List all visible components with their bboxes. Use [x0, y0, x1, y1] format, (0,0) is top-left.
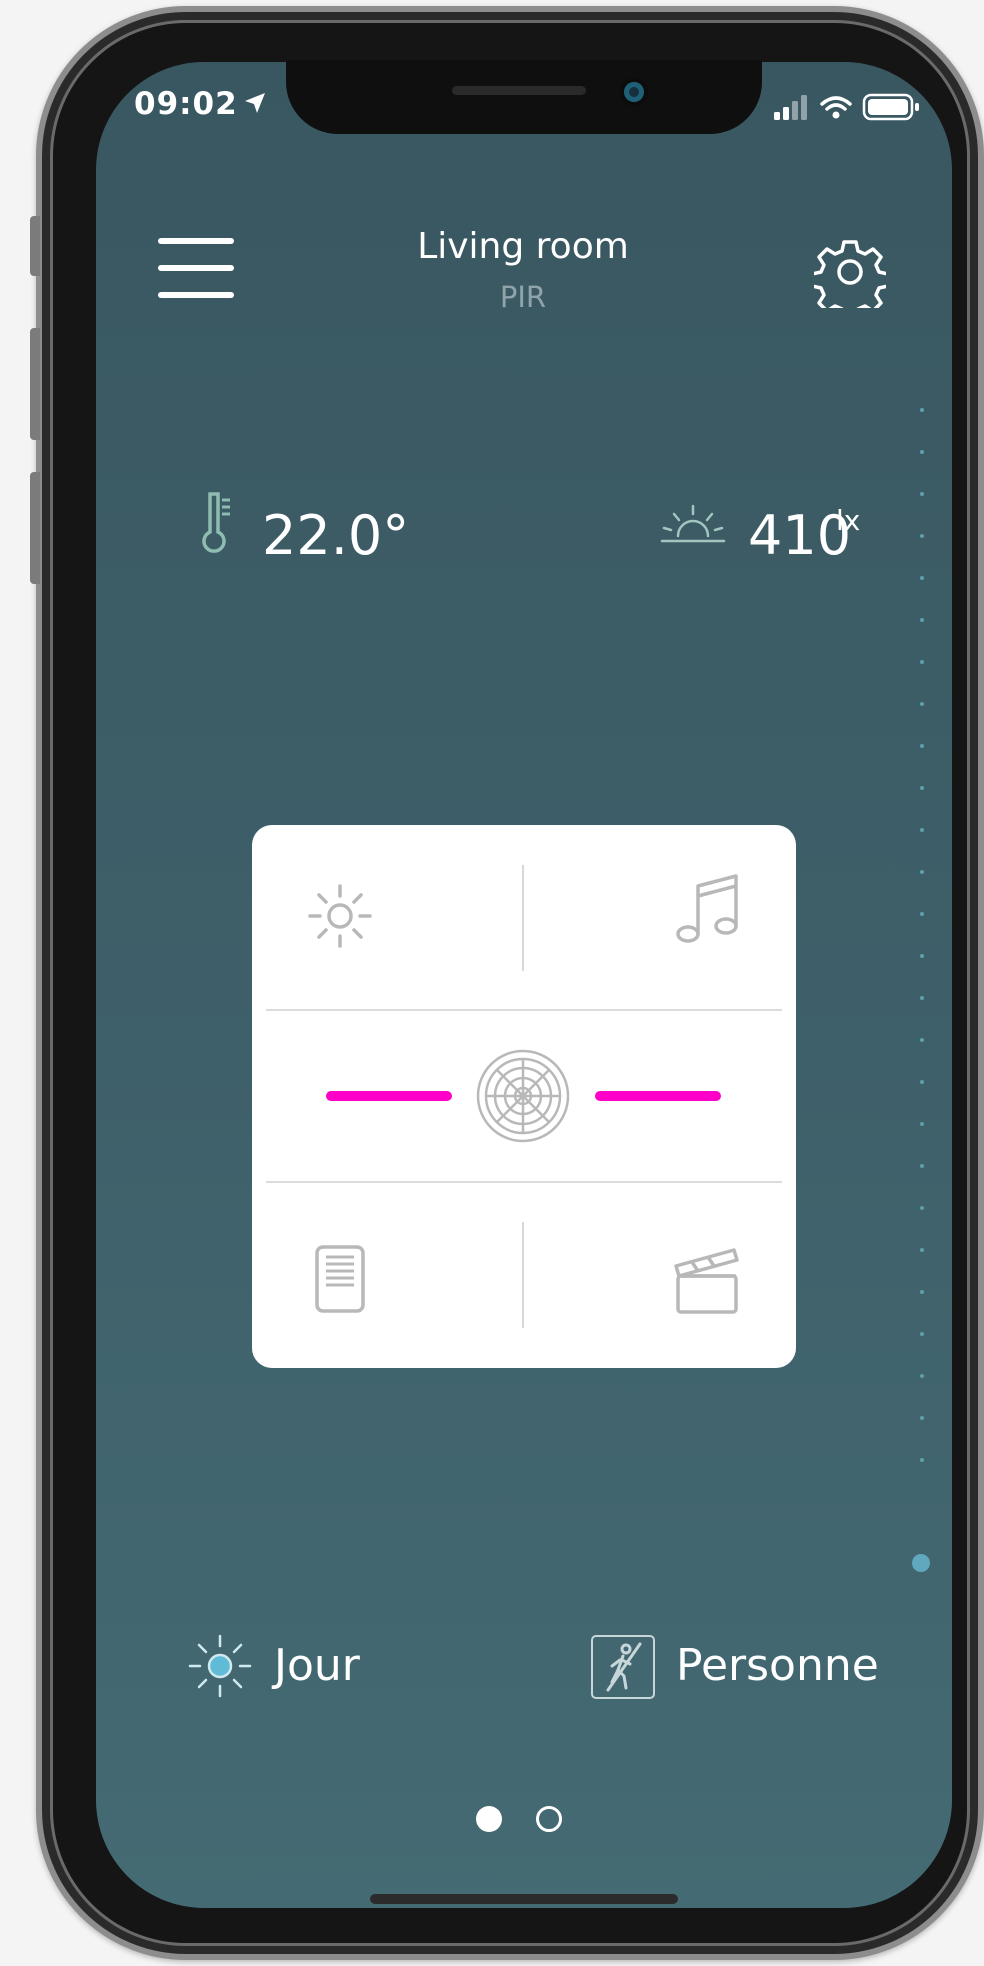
temperature-value: 22.0°	[262, 504, 410, 567]
front-camera	[624, 82, 644, 102]
clapperboard-icon[interactable]	[674, 1246, 740, 1320]
card-divider-bottom	[522, 1222, 524, 1328]
home-indicator[interactable]	[370, 1894, 678, 1904]
scroll-position-indicator[interactable]	[912, 1554, 930, 1572]
page-indicator	[476, 1806, 596, 1836]
right-slider-bar[interactable]	[595, 1091, 721, 1101]
notch	[286, 60, 762, 134]
status-icons	[774, 92, 922, 126]
status-time: 09:02	[134, 86, 238, 122]
gear-icon[interactable]	[810, 236, 890, 320]
sunrise-icon	[660, 504, 726, 550]
card-divider-upper	[266, 1009, 782, 1011]
card-divider-top	[522, 865, 524, 971]
presence-status-label: Personne	[676, 1640, 879, 1691]
left-slider-bar[interactable]	[326, 1091, 452, 1101]
volume-up-button	[30, 328, 40, 440]
scroll-dot-track	[920, 408, 924, 1538]
location-arrow-icon	[244, 92, 266, 118]
no-presence-icon	[590, 1634, 656, 1704]
earpiece-speaker	[452, 86, 586, 95]
day-status-label: Jour	[274, 1640, 360, 1691]
page-subtitle: PIR	[499, 280, 547, 314]
blinds-icon[interactable]	[314, 1244, 366, 1318]
brightness-icon[interactable]	[304, 880, 376, 956]
signal-wifi-battery-icon	[774, 93, 919, 121]
pir-sensor-icon[interactable]	[476, 1049, 570, 1147]
page-title: Living room	[417, 226, 629, 267]
thermometer-icon	[202, 490, 234, 560]
card-divider-lower	[266, 1181, 782, 1183]
day-sun-icon	[186, 1632, 254, 1704]
light-unit: lx	[836, 504, 861, 537]
mute-switch	[30, 216, 40, 276]
music-note-icon[interactable]	[672, 872, 742, 952]
page-dot-1[interactable]	[476, 1806, 502, 1832]
volume-down-button	[30, 472, 40, 584]
page-dot-2[interactable]	[536, 1806, 562, 1832]
hamburger-menu-icon[interactable]	[158, 238, 234, 319]
